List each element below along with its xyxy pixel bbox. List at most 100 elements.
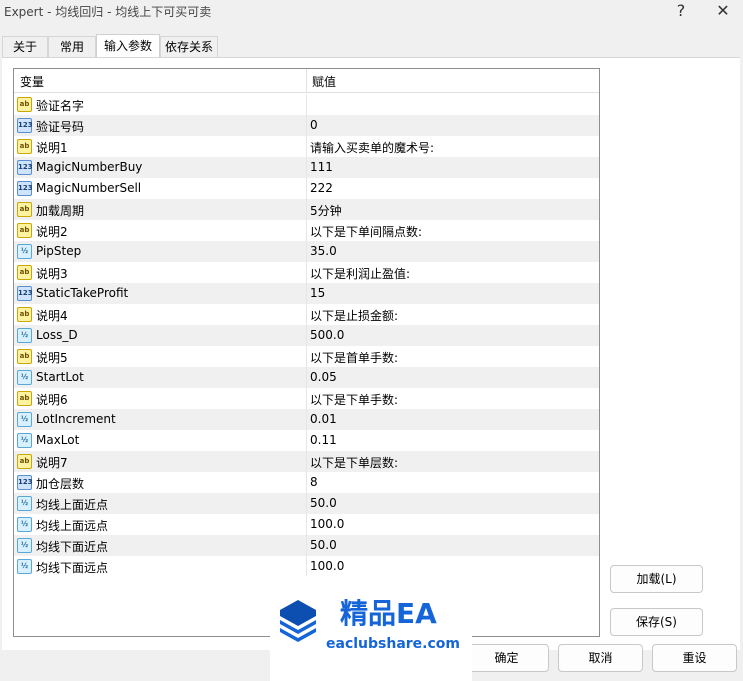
- parameter-row[interactable]: 123 StaticTakeProfit 15: [14, 283, 599, 304]
- parameter-value[interactable]: 以下是下单间隔点数:: [310, 223, 422, 240]
- parameter-row[interactable]: ½ 均线上面远点 100.0: [14, 514, 599, 535]
- parameter-value[interactable]: 以下是下单手数:: [310, 391, 398, 408]
- parameter-row[interactable]: ab 说明7 以下是下单层数:: [14, 451, 599, 472]
- tab-common[interactable]: 常用: [48, 36, 96, 57]
- parameter-row[interactable]: ab 说明5 以下是首单手数:: [14, 346, 599, 367]
- cell-divider: [306, 262, 307, 283]
- parameter-value[interactable]: 15: [310, 286, 325, 300]
- parameter-row[interactable]: ½ LotIncrement 0.01: [14, 409, 599, 430]
- parameter-value[interactable]: 以下是首单手数:: [310, 349, 398, 366]
- parameter-name: 加仓层数: [36, 477, 85, 491]
- parameter-value[interactable]: 35.0: [310, 244, 337, 258]
- parameter-name: 加载周期: [36, 204, 85, 218]
- parameter-row[interactable]: ½ MaxLot 0.11: [14, 430, 599, 451]
- cell-divider: [306, 283, 307, 304]
- parameter-name: StaticTakeProfit: [36, 286, 129, 300]
- string-type-icon: ab: [17, 307, 32, 322]
- watermark-site: eaclubshare.com: [326, 636, 460, 652]
- tab-inputs[interactable]: 输入参数: [96, 34, 160, 58]
- parameter-row[interactable]: 123 加仓层数 8: [14, 472, 599, 493]
- column-divider[interactable]: [306, 69, 307, 93]
- double-type-icon: ½: [17, 370, 32, 385]
- parameter-value[interactable]: 以下是止损金额:: [310, 307, 398, 324]
- parameter-name: 说明3: [36, 267, 68, 281]
- double-type-icon: ½: [17, 496, 32, 511]
- parameter-row[interactable]: ½ 均线下面近点 50.0: [14, 535, 599, 556]
- parameter-value[interactable]: 0: [310, 118, 318, 132]
- grid-rows: ab 验证名字 123 验证号码 0 ab 说明1 请输入买卖单的魔术号: 123 MagicNu…: [14, 94, 599, 577]
- parameter-value[interactable]: 0.11: [310, 433, 337, 447]
- cell-divider: [306, 178, 307, 199]
- help-button[interactable]: ?: [668, 0, 694, 24]
- cell-divider: [306, 199, 307, 220]
- parameter-value[interactable]: 5分钟: [310, 202, 342, 219]
- parameter-row[interactable]: ½ StartLot 0.05: [14, 367, 599, 388]
- parameter-row[interactable]: ½ 均线下面远点 100.0: [14, 556, 599, 577]
- tab-dependencies[interactable]: 依存关系: [160, 36, 218, 57]
- cell-divider: [306, 136, 307, 157]
- close-button[interactable]: ✕: [710, 0, 736, 24]
- parameter-row[interactable]: ab 说明6 以下是下单手数:: [14, 388, 599, 409]
- cell-divider: [306, 94, 307, 115]
- cell-divider: [306, 115, 307, 136]
- parameter-row[interactable]: ab 说明1 请输入买卖单的魔术号:: [14, 136, 599, 157]
- parameter-row[interactable]: ab 验证名字: [14, 94, 599, 115]
- grid-header: 变量 赋值: [14, 69, 599, 93]
- cell-divider: [306, 157, 307, 178]
- string-type-icon: ab: [17, 202, 32, 217]
- parameter-row[interactable]: 123 验证号码 0: [14, 115, 599, 136]
- cancel-button[interactable]: 取消: [558, 644, 643, 672]
- cell-divider: [306, 535, 307, 556]
- save-button[interactable]: 保存(S): [610, 608, 703, 636]
- parameters-grid[interactable]: 变量 赋值 ab 验证名字 123 验证号码 0 ab 说明1 请输入买卖单的魔术号: 123 M…: [13, 68, 600, 637]
- cell-divider: [306, 409, 307, 430]
- parameter-value[interactable]: 0.01: [310, 412, 337, 426]
- parameter-row[interactable]: ½ PipStep 35.0: [14, 241, 599, 262]
- parameter-value[interactable]: 50.0: [310, 538, 337, 552]
- parameter-value[interactable]: 100.0: [310, 517, 344, 531]
- parameter-row[interactable]: 123 MagicNumberSell 222: [14, 178, 599, 199]
- parameter-value[interactable]: 50.0: [310, 496, 337, 510]
- ok-button[interactable]: 确定: [464, 644, 549, 672]
- parameter-value[interactable]: 请输入买卖单的魔术号:: [310, 139, 434, 156]
- cell-divider: [306, 220, 307, 241]
- parameter-row[interactable]: ab 加载周期 5分钟: [14, 199, 599, 220]
- parameter-row[interactable]: ab 说明3 以下是利润止盈值:: [14, 262, 599, 283]
- tab-about[interactable]: 关于: [2, 36, 48, 57]
- parameter-row[interactable]: ½ Loss_D 500.0: [14, 325, 599, 346]
- parameter-name: MagicNumberSell: [36, 181, 142, 195]
- load-button[interactable]: 加载(L): [610, 565, 703, 593]
- string-type-icon: ab: [17, 97, 32, 112]
- reset-button[interactable]: 重设: [652, 644, 737, 672]
- parameter-name: 均线下面近点: [36, 540, 109, 554]
- watermark-title: 精品EA: [340, 597, 437, 630]
- string-type-icon: ab: [17, 349, 32, 364]
- parameter-value[interactable]: 111: [310, 160, 333, 174]
- parameter-value[interactable]: 100.0: [310, 559, 344, 573]
- int-type-icon: 123: [17, 181, 33, 196]
- column-header-variable[interactable]: 变量: [20, 73, 44, 90]
- parameter-value[interactable]: 500.0: [310, 328, 344, 342]
- parameter-value[interactable]: 以下是下单层数:: [310, 454, 398, 471]
- parameter-value[interactable]: 222: [310, 181, 333, 195]
- parameter-value[interactable]: 0.05: [310, 370, 337, 384]
- parameter-row[interactable]: ½ 均线上面近点 50.0: [14, 493, 599, 514]
- parameter-row[interactable]: ab 说明2 以下是下单间隔点数:: [14, 220, 599, 241]
- parameter-name: 均线下面远点: [36, 561, 109, 575]
- parameter-name: 验证名字: [36, 99, 85, 113]
- double-type-icon: ½: [17, 559, 32, 574]
- tab-strip: 关于 常用 输入参数 依存关系: [0, 34, 743, 58]
- parameter-name: 均线上面远点: [36, 519, 109, 533]
- column-header-value[interactable]: 赋值: [312, 73, 336, 90]
- int-type-icon: 123: [17, 475, 33, 490]
- string-type-icon: ab: [17, 223, 32, 238]
- parameter-row[interactable]: 123 MagicNumberBuy 111: [14, 157, 599, 178]
- double-type-icon: ½: [17, 433, 32, 448]
- double-type-icon: ½: [17, 244, 32, 259]
- parameter-value[interactable]: 8: [310, 475, 318, 489]
- parameter-name: 说明6: [36, 393, 68, 407]
- string-type-icon: ab: [17, 265, 32, 280]
- parameter-value[interactable]: 以下是利润止盈值:: [310, 265, 410, 282]
- parameter-name: 说明7: [36, 456, 68, 470]
- parameter-row[interactable]: ab 说明4 以下是止损金额:: [14, 304, 599, 325]
